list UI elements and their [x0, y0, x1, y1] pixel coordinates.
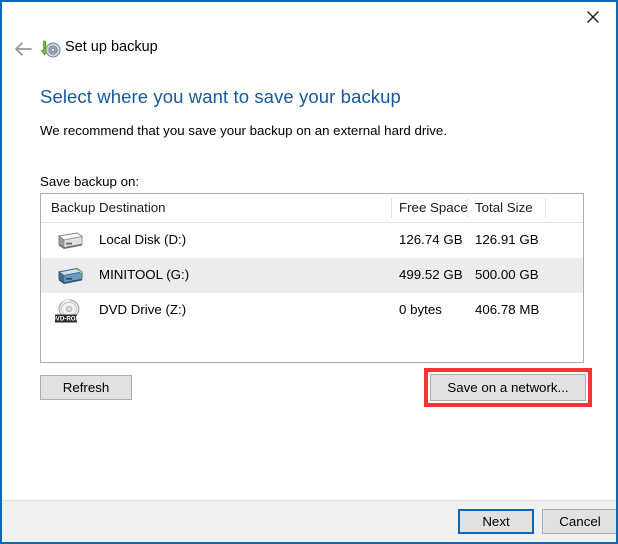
- column-header-total-size[interactable]: Total Size: [475, 200, 533, 215]
- app-title: Set up backup: [65, 39, 158, 55]
- cell-total-size: 500.00 GB: [475, 267, 539, 282]
- page-title: Select where you want to save your backu…: [40, 86, 401, 108]
- backup-destination-table: Backup Destination Free Space Total Size…: [40, 193, 584, 363]
- refresh-button[interactable]: Refresh: [40, 375, 132, 400]
- column-divider[interactable]: [391, 198, 392, 218]
- cell-destination: MINITOOL (G:): [99, 267, 189, 282]
- setup-backup-dialog: Set up backup Select where you want to s…: [0, 0, 618, 544]
- column-header-destination[interactable]: Backup Destination: [51, 200, 166, 215]
- cell-destination: DVD Drive (Z:): [99, 302, 186, 317]
- column-header-free-space[interactable]: Free Space: [399, 200, 468, 215]
- cell-free-space: 126.74 GB: [399, 232, 463, 247]
- back-button[interactable]: [10, 36, 36, 62]
- cell-total-size: 126.91 GB: [475, 232, 539, 247]
- dialog-footer: Next Cancel: [2, 500, 616, 542]
- column-divider[interactable]: [545, 198, 546, 218]
- save-backup-on-label: Save backup on:: [40, 174, 139, 189]
- close-icon: [586, 10, 600, 24]
- dvd-drive-icon: DVD-ROM: [55, 299, 89, 325]
- column-divider[interactable]: [467, 198, 468, 218]
- title-bar: [2, 2, 616, 32]
- backup-disc-icon: [39, 38, 61, 60]
- backup-app-icon: [39, 38, 61, 60]
- table-header-row: Backup Destination Free Space Total Size: [41, 194, 583, 223]
- cell-free-space: 0 bytes: [399, 302, 442, 317]
- page-subtitle: We recommend that you save your backup o…: [40, 123, 447, 138]
- table-row[interactable]: DVD-ROM DVD Drive (Z:) 0 bytes 406.78 MB: [41, 293, 583, 328]
- external-drive-icon: [55, 264, 89, 290]
- nav-row: Set up backup: [2, 34, 616, 64]
- close-button[interactable]: [570, 2, 616, 31]
- cell-destination: Local Disk (D:): [99, 232, 186, 247]
- save-on-network-button[interactable]: Save on a network...: [430, 374, 586, 401]
- cell-total-size: 406.78 MB: [475, 302, 539, 317]
- back-arrow-icon: [13, 41, 33, 57]
- hard-disk-icon: [55, 229, 89, 255]
- table-row[interactable]: MINITOOL (G:) 499.52 GB 500.00 GB: [41, 258, 583, 293]
- next-button[interactable]: Next: [458, 509, 534, 534]
- dvd-rom-label: DVD-ROM: [55, 316, 81, 323]
- cancel-button[interactable]: Cancel: [542, 509, 618, 534]
- table-row[interactable]: Local Disk (D:) 126.74 GB 126.91 GB: [41, 223, 583, 258]
- cell-free-space: 499.52 GB: [399, 267, 463, 282]
